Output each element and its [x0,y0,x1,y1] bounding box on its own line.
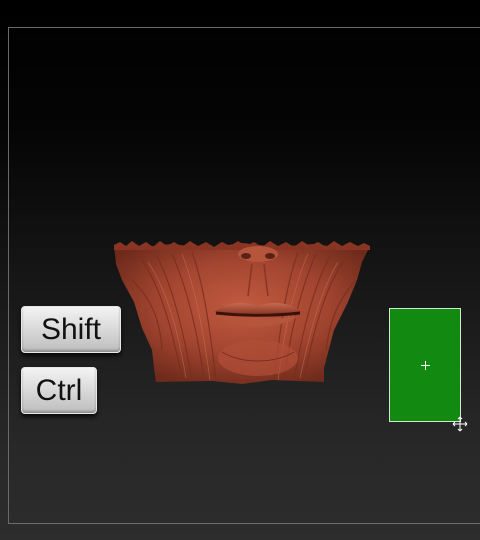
sculpt-viewport[interactable]: Shift Ctrl [0,0,480,540]
color-swatch[interactable] [389,308,461,422]
face-mesh-graphic [114,241,370,384]
sculpted-face-model[interactable] [112,240,374,386]
mesh-edge [114,241,370,250]
ctrl-key-label: Ctrl [35,373,83,407]
chin [218,340,298,376]
nostril-left [241,253,251,259]
shift-key-button[interactable]: Shift [21,306,121,353]
ctrl-key-button[interactable]: Ctrl [21,367,97,414]
shift-key-label: Shift [40,312,102,346]
move-cursor-icon [452,416,468,432]
nostril-right [265,253,275,259]
crosshair-icon [421,361,430,370]
